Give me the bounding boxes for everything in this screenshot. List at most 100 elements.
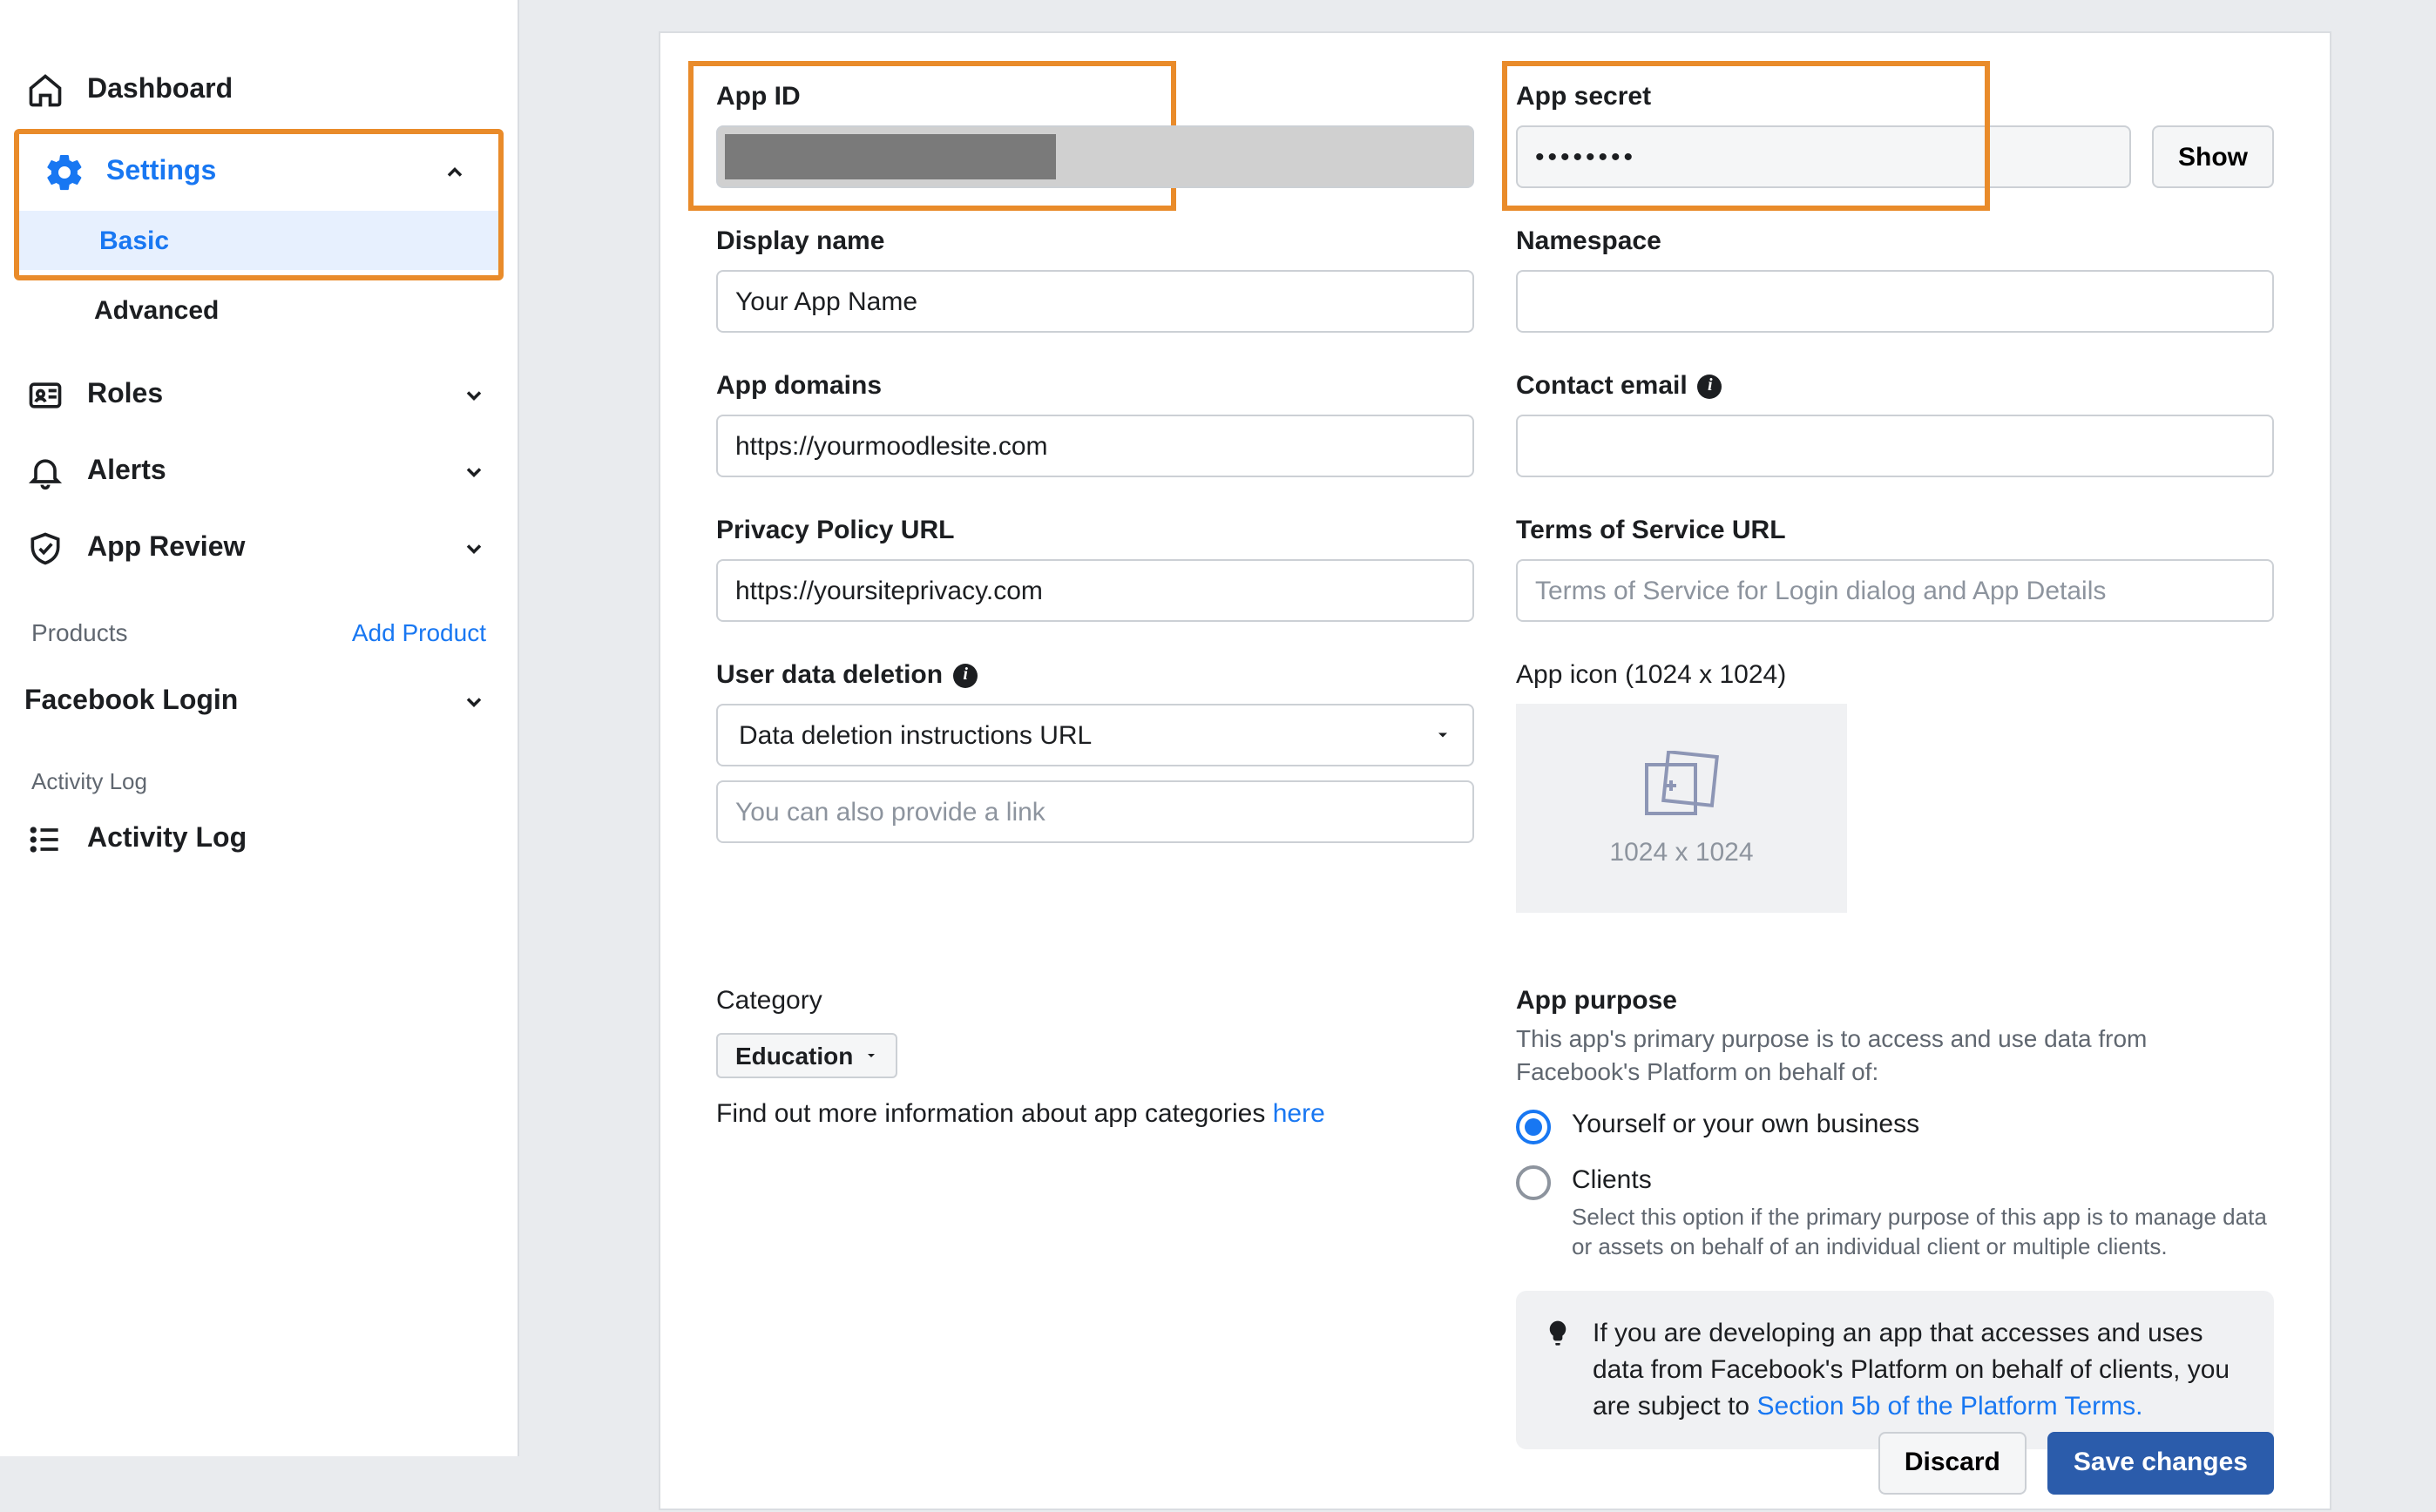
footer-actions: Discard Save changes <box>716 1414 2274 1512</box>
category-hint: Find out more information about app cate… <box>716 1099 1474 1129</box>
save-changes-button[interactable]: Save changes <box>2047 1432 2274 1495</box>
sidebar-item-facebook-login[interactable]: Facebook Login <box>0 664 518 740</box>
bell-icon <box>24 451 66 493</box>
info-icon[interactable]: i <box>953 663 978 687</box>
field-app-secret: App secret •••••••• Show <box>1516 82 2274 188</box>
sidebar-item-label: Roles <box>87 380 163 411</box>
chevron-down-icon <box>462 537 486 561</box>
discard-button[interactable]: Discard <box>1878 1432 2027 1495</box>
sidebar-subitem-basic[interactable]: Basic <box>19 211 498 270</box>
category-value: Education <box>735 1042 853 1070</box>
label-contact-email: Contact email i <box>1516 371 2274 401</box>
app-secret-value: •••••••• <box>1535 142 1636 172</box>
label-app-domains: App domains <box>716 371 1474 401</box>
label-app-secret: App secret <box>1516 82 2274 111</box>
sidebar-item-activity-log[interactable]: Activity Log <box>0 801 518 878</box>
chevron-up-icon <box>443 160 467 185</box>
sidebar-item-label: Dashboard <box>87 75 233 106</box>
label-text: User data deletion <box>716 660 943 690</box>
label-display-name: Display name <box>716 226 1474 256</box>
label-tos-url: Terms of Service URL <box>1516 516 2274 545</box>
namespace-input[interactable] <box>1516 270 2274 333</box>
chevron-down-icon <box>462 383 486 408</box>
data-deletion-link-input[interactable] <box>716 780 1474 843</box>
sidebar-item-label: Facebook Login <box>24 686 238 718</box>
chevron-down-icon <box>462 460 486 484</box>
field-tos-url: Terms of Service URL <box>1516 516 2274 622</box>
tip-text: If you are developing an app that access… <box>1593 1315 2246 1425</box>
sidebar-subitem-advanced[interactable]: Advanced <box>0 280 518 340</box>
sidebar-item-roles[interactable]: Roles <box>0 357 518 434</box>
label-app-icon: App icon (1024 x 1024) <box>1516 660 2274 690</box>
category-select[interactable]: Education <box>716 1033 897 1078</box>
tos-url-input[interactable] <box>1516 559 2274 622</box>
app-domains-input[interactable] <box>716 415 1474 477</box>
sidebar-item-label: Settings <box>106 157 216 188</box>
home-icon <box>24 70 66 111</box>
label-data-deletion: User data deletion i <box>716 660 1474 690</box>
field-app-domains: App domains <box>716 371 1474 477</box>
label-app-id: App ID <box>716 82 1474 111</box>
field-contact-email: Contact email i <box>1516 371 2274 477</box>
purpose-option-self[interactable]: Yourself or your own business <box>1516 1110 2274 1144</box>
field-namespace: Namespace <box>1516 226 2274 333</box>
sidebar: Dashboard Settings Basic Advanced <box>0 0 519 1456</box>
products-section-header: Products Add Product <box>0 587 518 664</box>
sidebar-item-label: Alerts <box>87 456 166 488</box>
redacted-content <box>725 134 1056 179</box>
sidebar-item-label: App Review <box>87 533 245 564</box>
hint-text: Find out more information about app cate… <box>716 1099 1273 1129</box>
caret-down-icon <box>863 1049 877 1063</box>
app-icon-upload[interactable]: 1024 x 1024 <box>1516 704 1847 913</box>
field-display-name: Display name <box>716 226 1474 333</box>
add-product-link[interactable]: Add Product <box>352 618 486 646</box>
info-icon[interactable]: i <box>1698 374 1722 398</box>
label-app-purpose: App purpose <box>1516 986 2274 1016</box>
list-icon <box>24 819 66 861</box>
sidebar-item-label: Advanced <box>94 295 219 325</box>
radio-label: Yourself or your own business <box>1572 1110 1919 1139</box>
privacy-url-input[interactable] <box>716 559 1474 622</box>
chevron-down-icon <box>462 690 486 714</box>
app-id-input[interactable] <box>716 125 1474 188</box>
category-hint-link[interactable]: here <box>1273 1099 1325 1129</box>
upload-dimensions-text: 1024 x 1024 <box>1609 837 1753 867</box>
show-secret-button[interactable]: Show <box>2152 125 2274 188</box>
field-data-deletion: User data deletion i Data deletion instr… <box>716 660 1474 913</box>
label-text: Contact email <box>1516 371 1688 401</box>
field-app-icon: App icon (1024 x 1024) 1024 x 1024 <box>1516 660 2274 913</box>
sidebar-item-alerts[interactable]: Alerts <box>0 434 518 510</box>
label-category: Category <box>716 986 1474 1016</box>
radio-selected-icon[interactable] <box>1516 1110 1551 1144</box>
app-secret-input[interactable]: •••••••• <box>1516 125 2131 188</box>
data-deletion-select[interactable]: Data deletion instructions URL <box>716 704 1474 766</box>
section-title: Products <box>31 618 128 646</box>
sidebar-item-label: Activity Log <box>87 824 247 855</box>
caret-down-icon <box>1434 726 1451 744</box>
gear-icon <box>44 152 85 193</box>
contact-email-input[interactable] <box>1516 415 2274 477</box>
main-content: App ID App secret •••••••• Show <box>519 0 2436 1456</box>
highlight-settings-group: Settings Basic <box>14 129 504 280</box>
purpose-option-clients[interactable]: Clients Select this option if the primar… <box>1516 1165 2274 1263</box>
field-privacy-url: Privacy Policy URL <box>716 516 1474 622</box>
field-category: Category Education Find out more informa… <box>716 986 1474 1449</box>
app-purpose-desc: This app's primary purpose is to access … <box>1516 1023 2274 1089</box>
sidebar-item-app-review[interactable]: App Review <box>0 510 518 587</box>
field-app-id: App ID <box>716 82 1474 188</box>
select-value: Data deletion instructions URL <box>739 720 1092 750</box>
sidebar-item-dashboard[interactable]: Dashboard <box>0 52 518 129</box>
display-name-input[interactable] <box>716 270 1474 333</box>
sidebar-item-settings[interactable]: Settings <box>19 134 498 211</box>
image-plus-icon <box>1641 750 1722 820</box>
sidebar-item-label: Basic <box>99 226 169 255</box>
field-app-purpose: App purpose This app's primary purpose i… <box>1516 986 2274 1449</box>
radio-hint: Select this option if the primary purpos… <box>1572 1202 2274 1263</box>
label-privacy-url: Privacy Policy URL <box>716 516 1474 545</box>
radio-unselected-icon[interactable] <box>1516 1165 1551 1200</box>
label-namespace: Namespace <box>1516 226 2274 256</box>
id-card-icon <box>24 375 66 416</box>
settings-basic-card: App ID App secret •••••••• Show <box>659 31 2331 1510</box>
lightbulb-icon <box>1544 1315 1572 1425</box>
activity-log-section-header: Activity Log <box>0 740 518 801</box>
